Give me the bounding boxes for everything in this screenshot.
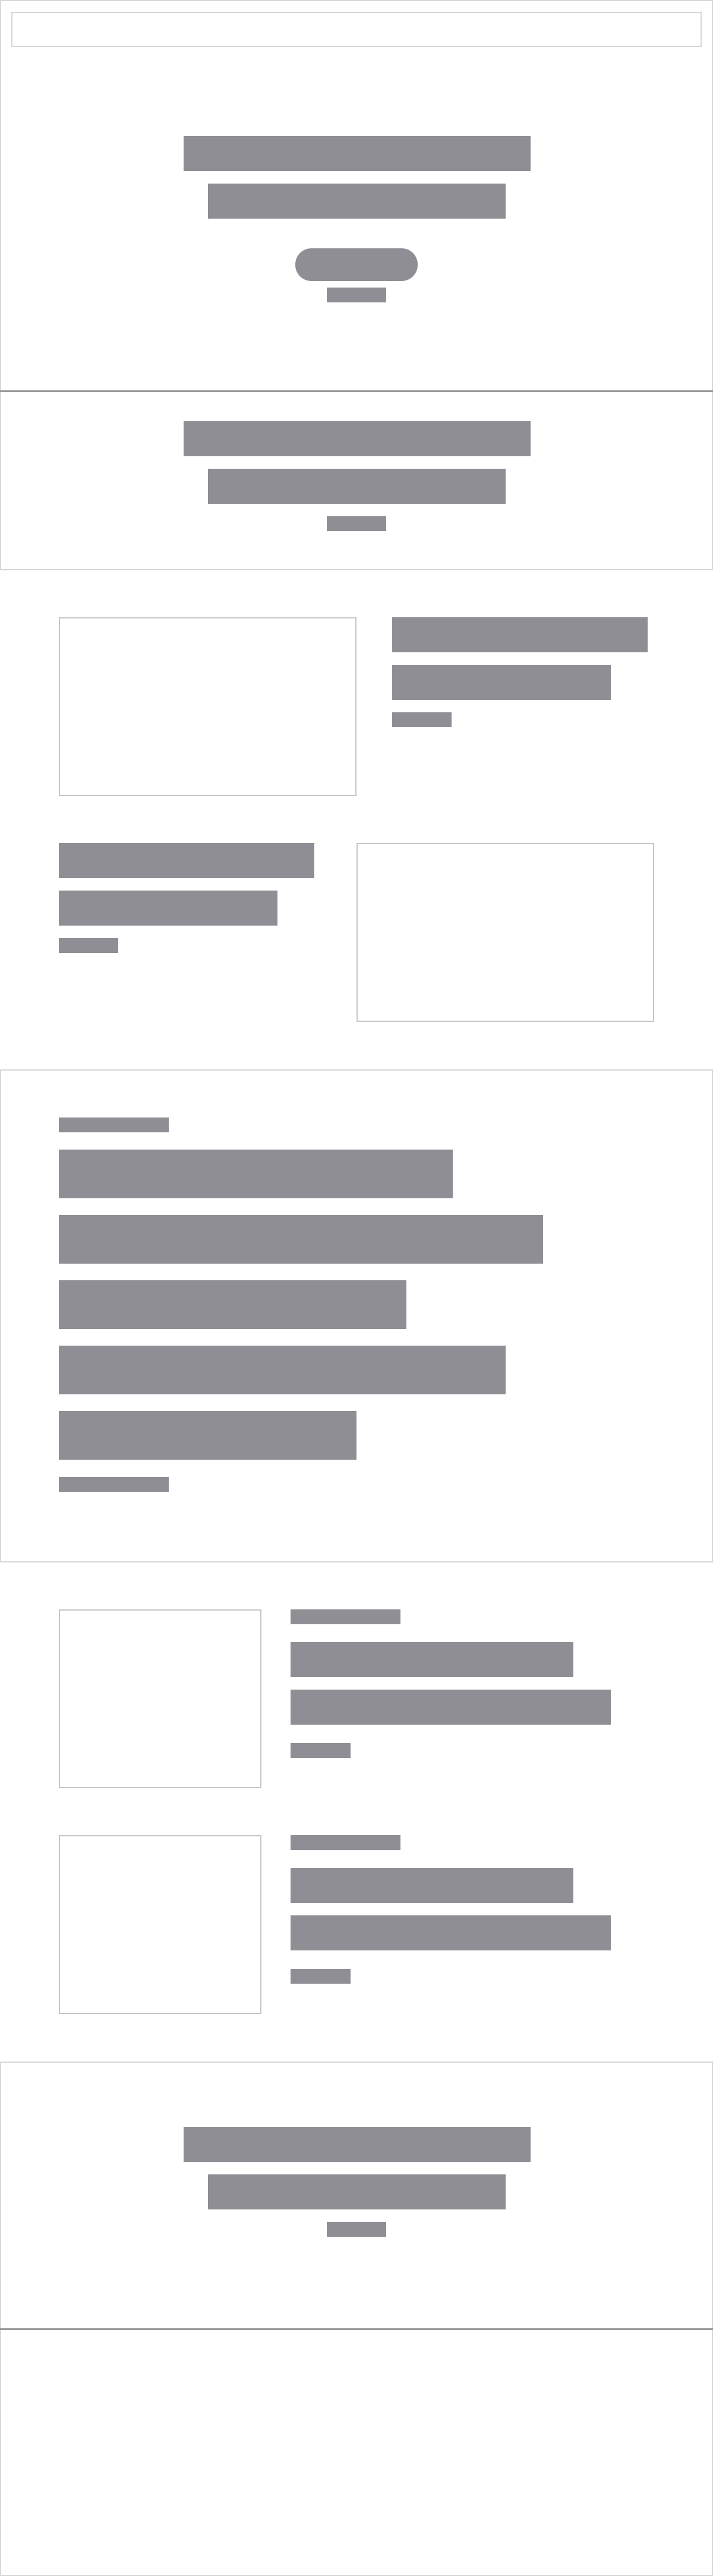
hero-title-line-1 (184, 136, 531, 171)
feature-image-placeholder (356, 843, 654, 1022)
feature-title-line-1 (59, 843, 314, 878)
hero-cta-button[interactable] (295, 248, 418, 281)
feature-caption (59, 938, 118, 953)
article-title-line-2[interactable] (291, 1690, 611, 1725)
highlight-footer (59, 1477, 169, 1492)
article-meta (291, 1969, 351, 1984)
article-kicker (291, 1835, 400, 1850)
article-thumbnail[interactable] (59, 1609, 261, 1788)
search-input[interactable] (11, 12, 702, 47)
closing-title-line-2 (208, 2174, 506, 2209)
intro-title-line-2 (208, 469, 506, 504)
footer (0, 2330, 713, 2575)
closing-caption (327, 2222, 386, 2237)
article-title-line-2[interactable] (291, 1915, 611, 1950)
article-kicker (291, 1609, 400, 1624)
feature-caption (392, 712, 452, 727)
feature-title-line-2 (59, 891, 277, 926)
page: { "theme": { "placeholder_color": "#8f8e… (0, 0, 713, 2576)
hero-divider (0, 390, 713, 392)
highlight-line (59, 1150, 453, 1198)
highlight-line (59, 1411, 356, 1460)
article-title-line-1[interactable] (291, 1868, 573, 1903)
feature-image-placeholder (59, 617, 356, 796)
feature-title-line-2 (392, 665, 611, 700)
article-meta (291, 1743, 351, 1758)
highlight-line (59, 1280, 406, 1329)
hero-caption (327, 288, 386, 302)
intro-caption (327, 516, 386, 531)
feature-title-line-1 (392, 617, 648, 652)
highlight-line (59, 1346, 506, 1394)
article-title-line-1[interactable] (291, 1642, 573, 1677)
article-thumbnail[interactable] (59, 1835, 261, 2014)
highlight-line (59, 1215, 543, 1264)
intro-title-line-1 (184, 421, 531, 456)
hero-title-line-2 (208, 184, 506, 219)
highlight-kicker (59, 1117, 169, 1132)
closing-title-line-1 (184, 2127, 531, 2162)
